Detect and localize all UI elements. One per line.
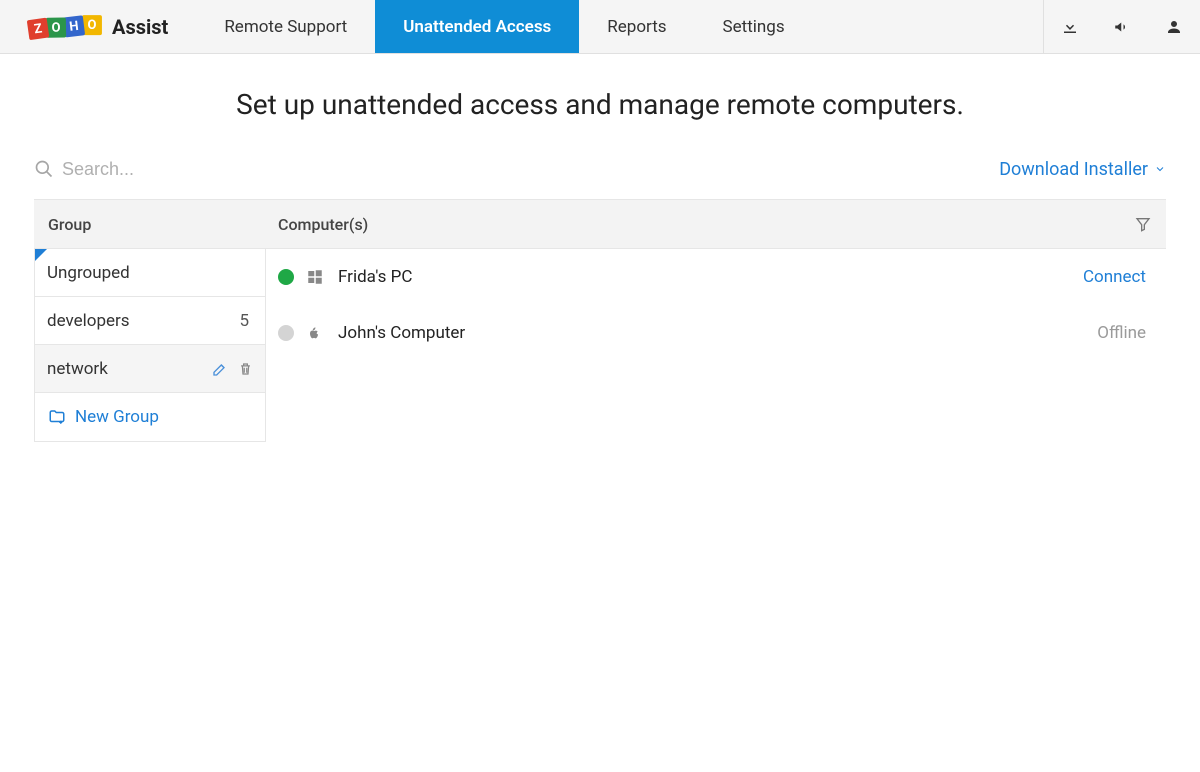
edit-icon[interactable] (212, 361, 228, 377)
column-header-computers: Computer(s) (264, 215, 1120, 234)
announcement-icon[interactable] (1096, 0, 1148, 53)
download-installer-link[interactable]: Download Installer (999, 159, 1166, 180)
new-group-label: New Group (75, 407, 159, 427)
search-icon (34, 159, 54, 179)
apple-icon (306, 324, 326, 342)
download-icon[interactable] (1044, 0, 1096, 53)
group-item-developers[interactable]: developers 5 (35, 297, 265, 345)
group-item-network[interactable]: network (35, 345, 265, 393)
computer-list: Frida's PC Connect John's Computer Offli… (266, 249, 1166, 442)
status-indicator-online (278, 269, 294, 285)
computer-name: Frida's PC (338, 267, 1071, 287)
group-sidebar: Ungrouped developers 5 network New Group (34, 249, 266, 442)
folder-plus-icon (47, 408, 67, 426)
group-name: Ungrouped (47, 263, 130, 283)
nav-remote-support[interactable]: Remote Support (196, 0, 375, 53)
nav-settings[interactable]: Settings (695, 0, 813, 53)
topbar-utility (1043, 0, 1200, 53)
zoho-logo-icon: Z O H O (27, 14, 102, 39)
user-icon[interactable] (1148, 0, 1200, 53)
windows-icon (306, 268, 326, 286)
top-nav: Z O H O Assist Remote Support Unattended… (0, 0, 1200, 54)
offline-status: Offline (1097, 323, 1166, 343)
search-input[interactable] (62, 159, 262, 180)
computer-name: John's Computer (338, 323, 1085, 343)
new-group-button[interactable]: New Group (35, 393, 265, 441)
table-header: Group Computer(s) (34, 199, 1166, 249)
toolbar: Download Installer (0, 147, 1200, 191)
group-name: network (47, 359, 108, 379)
computer-row[interactable]: John's Computer Offline (278, 305, 1166, 361)
download-installer-label: Download Installer (999, 159, 1148, 180)
nav-unattended-access[interactable]: Unattended Access (375, 0, 579, 53)
chevron-down-icon (1154, 163, 1166, 175)
filter-icon[interactable] (1120, 216, 1166, 232)
group-count: 5 (239, 311, 253, 331)
status-indicator-offline (278, 325, 294, 341)
group-item-ungrouped[interactable]: Ungrouped (35, 249, 265, 297)
page-title: Set up unattended access and manage remo… (0, 54, 1200, 147)
brand-product-name: Assist (112, 15, 168, 39)
primary-nav: Remote Support Unattended Access Reports… (196, 0, 812, 53)
brand-logo[interactable]: Z O H O Assist (0, 0, 196, 53)
trash-icon[interactable] (238, 361, 253, 377)
group-name: developers (47, 311, 130, 331)
connect-button[interactable]: Connect (1083, 267, 1166, 287)
computer-row[interactable]: Frida's PC Connect (278, 249, 1166, 305)
column-header-group: Group (34, 215, 264, 234)
nav-reports[interactable]: Reports (579, 0, 694, 53)
